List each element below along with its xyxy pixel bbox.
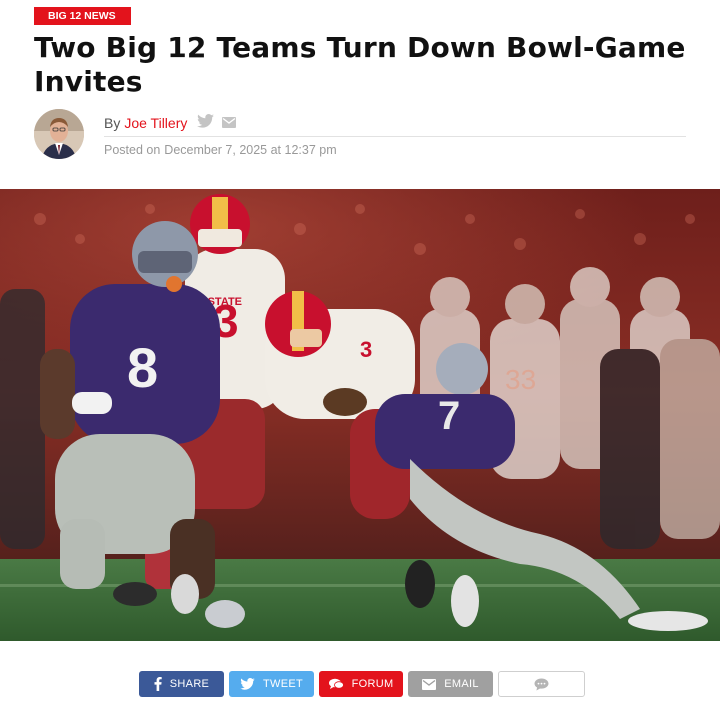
email-icon [422,678,437,690]
byline-divider [104,136,686,137]
twitter-share-button[interactable]: TWEET [229,671,314,697]
author-link[interactable]: Joe Tillery [124,115,187,131]
facebook-share-button[interactable]: SHARE [139,671,224,697]
article-title: Two Big 12 Teams Turn Down Bowl-Game Inv… [34,31,686,98]
comment-icon [534,678,549,690]
email-icon[interactable] [222,115,237,131]
forum-share-label: FORUM [351,678,394,690]
posted-label: Posted on [104,143,161,157]
email-share-button[interactable]: EMAIL [408,671,493,697]
category-tag[interactable]: BIG 12 NEWS [34,7,131,25]
comments-button[interactable] [498,671,585,697]
author-avatar[interactable] [34,109,84,159]
post-date: Posted on December 7, 2025 at 12:37 pm [104,143,337,157]
post-timestamp: December 7, 2025 at 12:37 pm [164,143,337,157]
twitter-share-label: TWEET [263,678,303,690]
svg-text:3: 3 [360,337,372,362]
svg-text:33: 33 [505,364,536,395]
hero-image: 33 3 A STATE 8 3 7 [0,189,720,641]
twitter-icon [240,678,255,690]
twitter-icon[interactable] [197,114,215,131]
facebook-share-label: SHARE [169,678,210,690]
jersey-number: 8 [127,336,158,399]
byline: By Joe Tillery [104,114,237,131]
share-bar: SHARE TWEET FORUM EMAIL [139,671,585,697]
jersey-number: 7 [438,394,460,438]
forum-share-button[interactable]: FORUM [319,671,403,697]
facebook-icon [154,677,162,691]
email-share-label: EMAIL [444,678,479,690]
by-label: By [104,114,121,131]
forum-icon [328,678,344,689]
